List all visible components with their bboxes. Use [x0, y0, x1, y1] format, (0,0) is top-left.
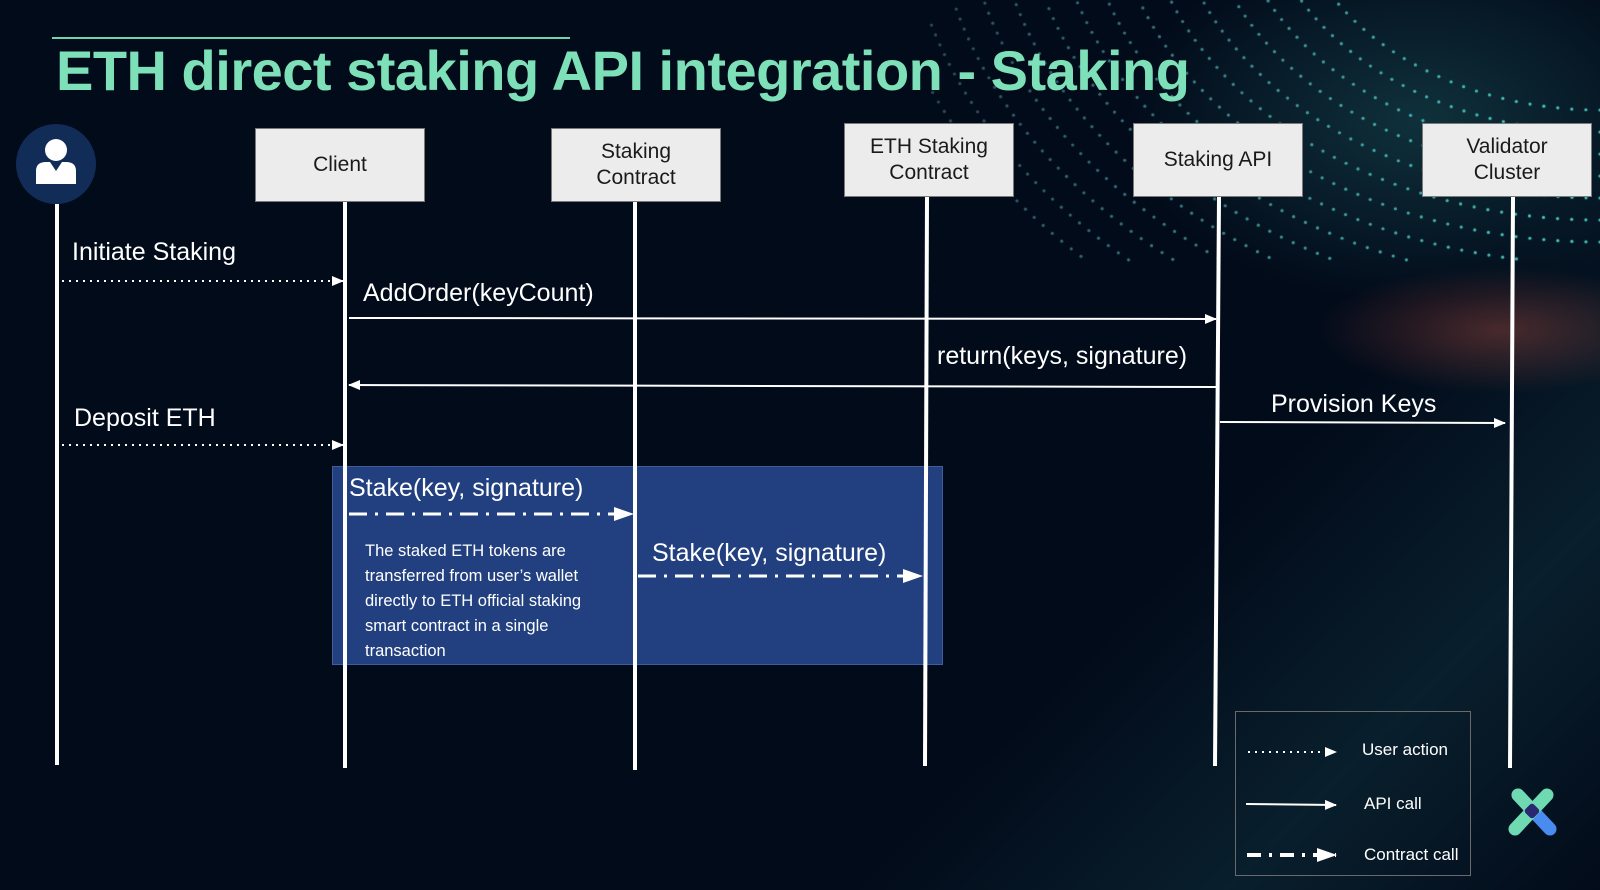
participant-validator-cluster: Validator Cluster	[1422, 123, 1592, 197]
stake-note: The staked ETH tokens are transferred fr…	[365, 542, 582, 660]
arrow-add-order	[348, 313, 1217, 324]
participant-label: Staking Contract	[596, 139, 676, 189]
legend-label-contract-call: Contract call	[1364, 845, 1459, 864]
message-label-stake-1: Stake(key, signature)	[349, 474, 584, 502]
legend-label-user-action: User action	[1362, 740, 1448, 759]
participant-label: ETH Staking Contract	[870, 134, 988, 184]
message-label-initiate-staking: Initiate Staking	[72, 238, 236, 266]
participant-label: Client	[313, 152, 367, 176]
lifeline-staking-api	[1213, 196, 1221, 767]
message-label-return: return(keys, signature)	[937, 342, 1188, 370]
message-label-provision-keys: Provision Keys	[1271, 390, 1437, 418]
participant-label: Validator Cluster	[1466, 134, 1548, 184]
company-logo	[1508, 788, 1557, 836]
lifeline-eth-staking-contract	[923, 196, 929, 767]
participant-client: Client	[255, 128, 425, 202]
lifeline-validator-cluster	[1508, 196, 1515, 769]
message-label-add-order: AddOrder(keyCount)	[363, 279, 594, 307]
message-label-stake-2: Stake(key, signature)	[652, 539, 887, 567]
arrow-return	[348, 380, 1217, 391]
participant-eth-staking-contract: ETH Staking Contract	[844, 123, 1014, 197]
participant-label: Staking API	[1163, 147, 1273, 171]
legend-label-api-call: API call	[1364, 794, 1422, 813]
user-icon	[36, 139, 76, 184]
user-actor	[16, 124, 96, 204]
participant-staking-contract: Staking Contract	[551, 128, 721, 202]
participant-staking-api: Staking API	[1133, 123, 1303, 197]
arrow-provision-keys	[1219, 417, 1506, 428]
message-label-deposit-eth: Deposit ETH	[74, 404, 216, 432]
